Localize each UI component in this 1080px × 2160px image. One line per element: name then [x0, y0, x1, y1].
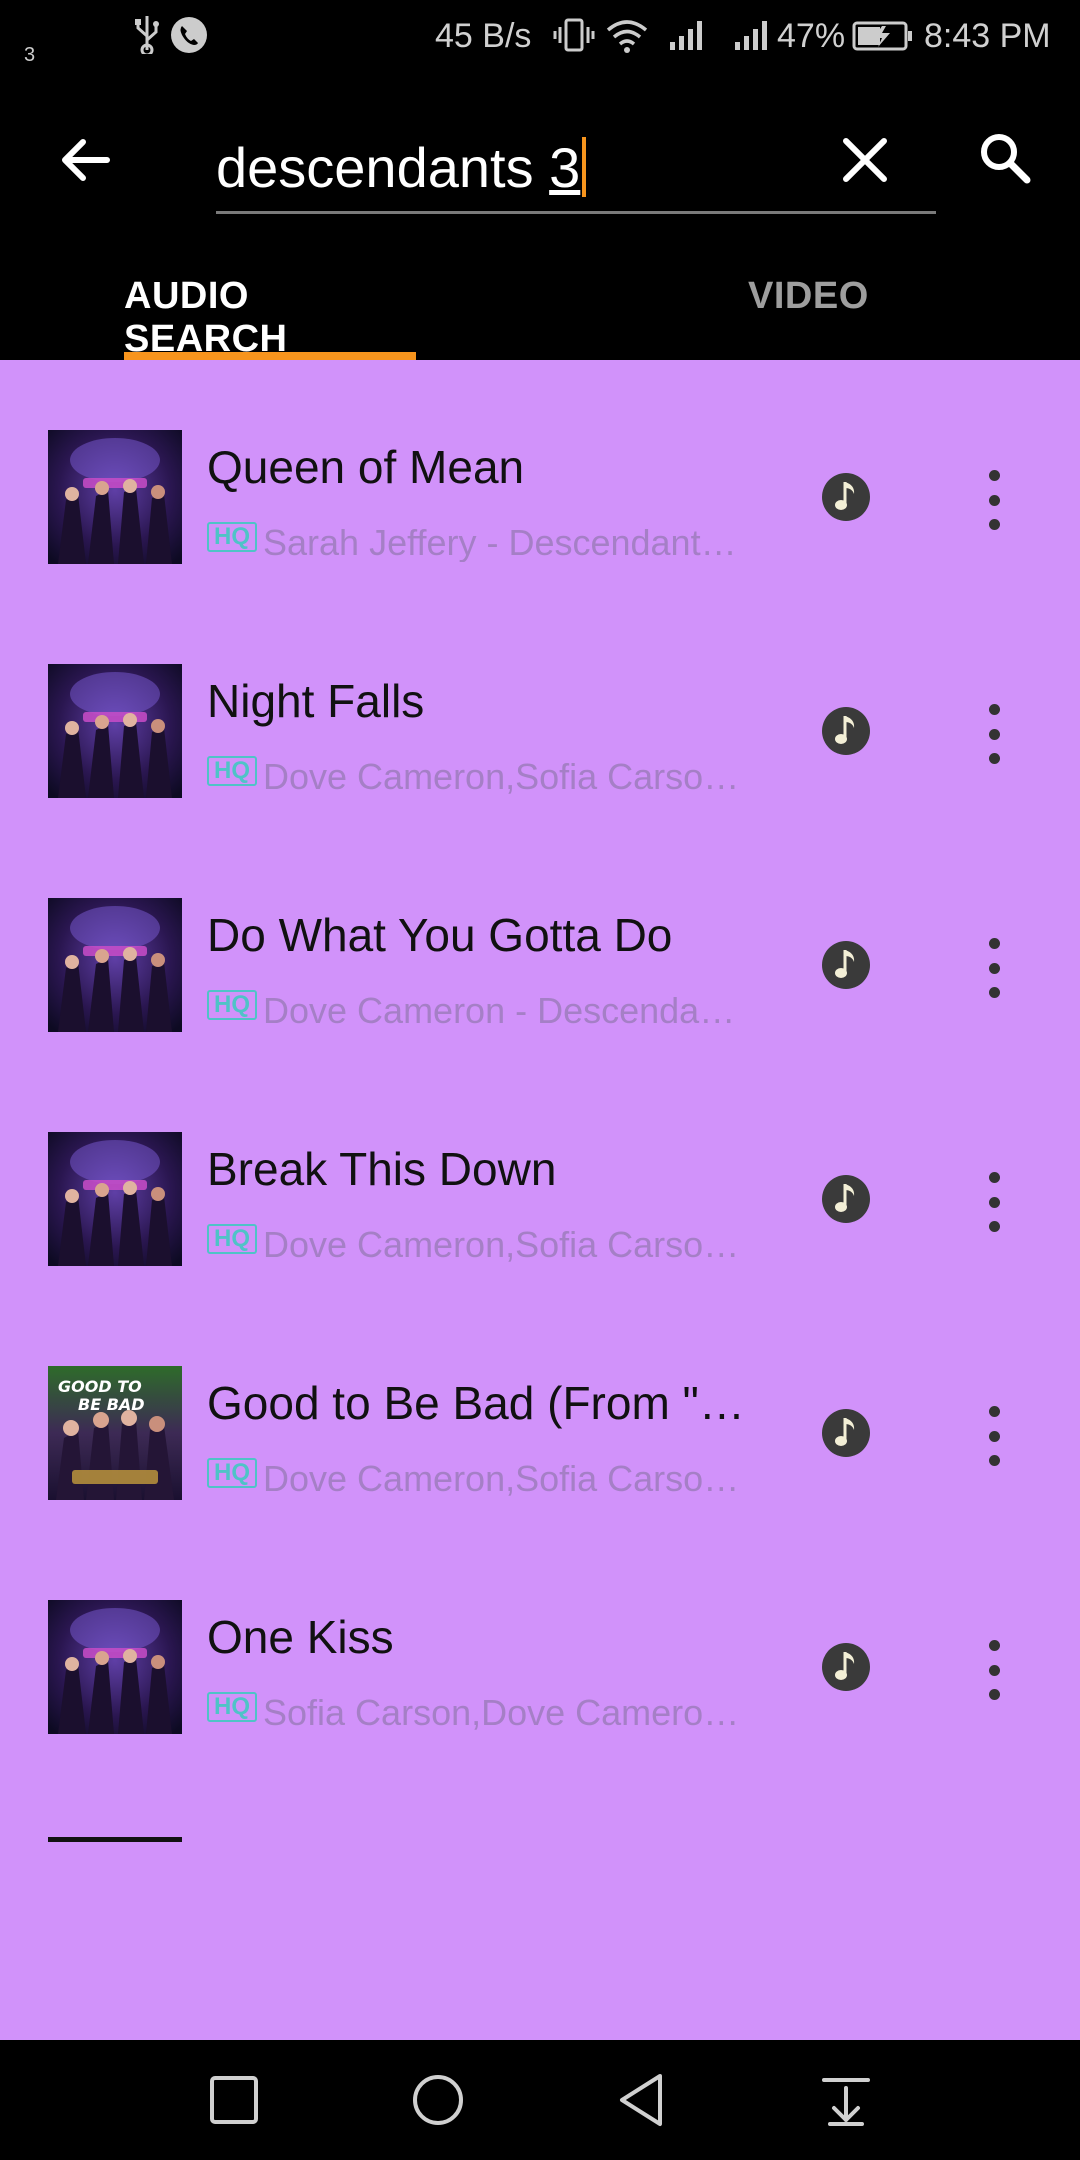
list-item[interactable]: Do What You Gotta Do HQ Dove Cameron - De… [0, 898, 1080, 1132]
battery-percent: 47% [777, 17, 846, 55]
notification-pulldown-button[interactable] [816, 2070, 876, 2130]
results-list[interactable]: Queen of Mean HQ Sarah Jeffery - Descenda… [0, 360, 1080, 2040]
search-icon [981, 134, 1031, 184]
tab-label: AUDIO SEARCH [124, 275, 288, 360]
music-note-icon[interactable] [821, 472, 871, 522]
search-query-composing: 3 [549, 136, 581, 199]
text-caret [582, 137, 587, 197]
album-art [48, 1132, 182, 1266]
song-artist: Dove Cameron - Descendant… [263, 990, 743, 1030]
music-note-icon[interactable] [821, 1642, 871, 1692]
back-button[interactable] [50, 125, 120, 195]
more-options-button[interactable] [976, 1640, 1012, 1700]
album-art [48, 430, 182, 564]
back-nav-button[interactable] [612, 2070, 672, 2130]
album-art: GOOD TO BE BAD [48, 1366, 182, 1500]
search-button[interactable] [970, 123, 1040, 193]
network-speed: 45 B/s [435, 17, 532, 55]
clear-search-button[interactable] [830, 125, 900, 195]
song-title: Queen of Mean [207, 441, 525, 493]
signal-icon [735, 21, 767, 50]
music-note-icon[interactable] [821, 1408, 871, 1458]
song-artist: Dove Cameron,Sofia Carson,… [263, 756, 743, 796]
more-options-button[interactable] [976, 1406, 1012, 1466]
hq-badge: HQ [207, 756, 257, 786]
more-options-button[interactable] [976, 704, 1012, 764]
song-artist: Sofia Carson,Dove Cameron … [263, 1692, 743, 1732]
signal-icon [670, 21, 702, 50]
song-title: Do What You Gotta Do [207, 909, 673, 961]
list-item[interactable]: Break This Down HQ Dove Cameron,Sofia Car… [0, 1132, 1080, 1366]
hq-badge: HQ [207, 1224, 257, 1254]
usb-icon [135, 16, 159, 54]
album-art [48, 1600, 182, 1734]
notification-count: 3 [24, 44, 36, 66]
more-options-button[interactable] [976, 938, 1012, 998]
recents-button[interactable] [204, 2070, 264, 2130]
music-note-icon[interactable] [821, 1174, 871, 1224]
loading-indicator [48, 1837, 182, 1842]
system-nav-bar [0, 2040, 1080, 2160]
album-art [48, 664, 182, 798]
song-title: One Kiss [207, 1611, 394, 1663]
music-note-icon[interactable] [821, 706, 871, 756]
active-tab-indicator [124, 352, 416, 360]
song-title: Night Falls [207, 675, 425, 727]
list-item[interactable]: One Kiss HQ Sofia Carson,Dove Cameron … [0, 1600, 1080, 1834]
call-icon [171, 17, 207, 53]
home-button[interactable] [408, 2070, 468, 2130]
song-title: Break This Down [207, 1143, 557, 1195]
search-input[interactable]: descendants 3 [216, 115, 936, 214]
arrow-left-icon [62, 139, 110, 181]
hq-badge: HQ [207, 990, 257, 1020]
tab-video[interactable]: VIDEO [748, 275, 869, 360]
hq-badge: HQ [207, 1692, 257, 1722]
clock: 8:43 PM [924, 17, 1051, 55]
hq-badge: HQ [207, 1458, 257, 1488]
hq-badge: HQ [207, 522, 257, 552]
tab-audio-search[interactable]: AUDIO SEARCH [124, 275, 416, 360]
tab-label: VIDEO [748, 275, 869, 317]
song-artist: Dove Cameron,Sofia Carson,… [263, 1224, 743, 1264]
album-art [48, 898, 182, 1032]
battery-charging-icon [852, 21, 912, 51]
list-item[interactable]: GOOD TO BE BAD Good to Be Bad (From "… H… [0, 1366, 1080, 1600]
list-item[interactable]: Queen of Mean HQ Sarah Jeffery - Descenda… [0, 430, 1080, 664]
wifi-icon [606, 20, 648, 53]
app-bar: descendants 3 AUDIO SEARCH VIDEO [0, 75, 1080, 360]
song-artist: Dove Cameron,Sofia Carson,… [263, 1458, 743, 1498]
search-query: descendants [216, 136, 550, 199]
music-note-icon[interactable] [821, 940, 871, 990]
song-title: Good to Be Bad (From "… [207, 1377, 745, 1429]
close-icon [843, 138, 887, 182]
status-bar: 3 45 B/s 47% 8:43 PM [0, 0, 1080, 75]
more-options-button[interactable] [976, 470, 1012, 530]
list-item[interactable]: Night Falls HQ Dove Cameron,Sofia Carson,… [0, 664, 1080, 898]
svg-text:GOOD TO: GOOD TO [58, 1377, 142, 1396]
vibrate-icon [553, 18, 595, 52]
more-options-button[interactable] [976, 1172, 1012, 1232]
svg-text:BE BAD: BE BAD [78, 1395, 145, 1414]
song-artist: Sarah Jeffery - Descendants… [263, 522, 743, 562]
